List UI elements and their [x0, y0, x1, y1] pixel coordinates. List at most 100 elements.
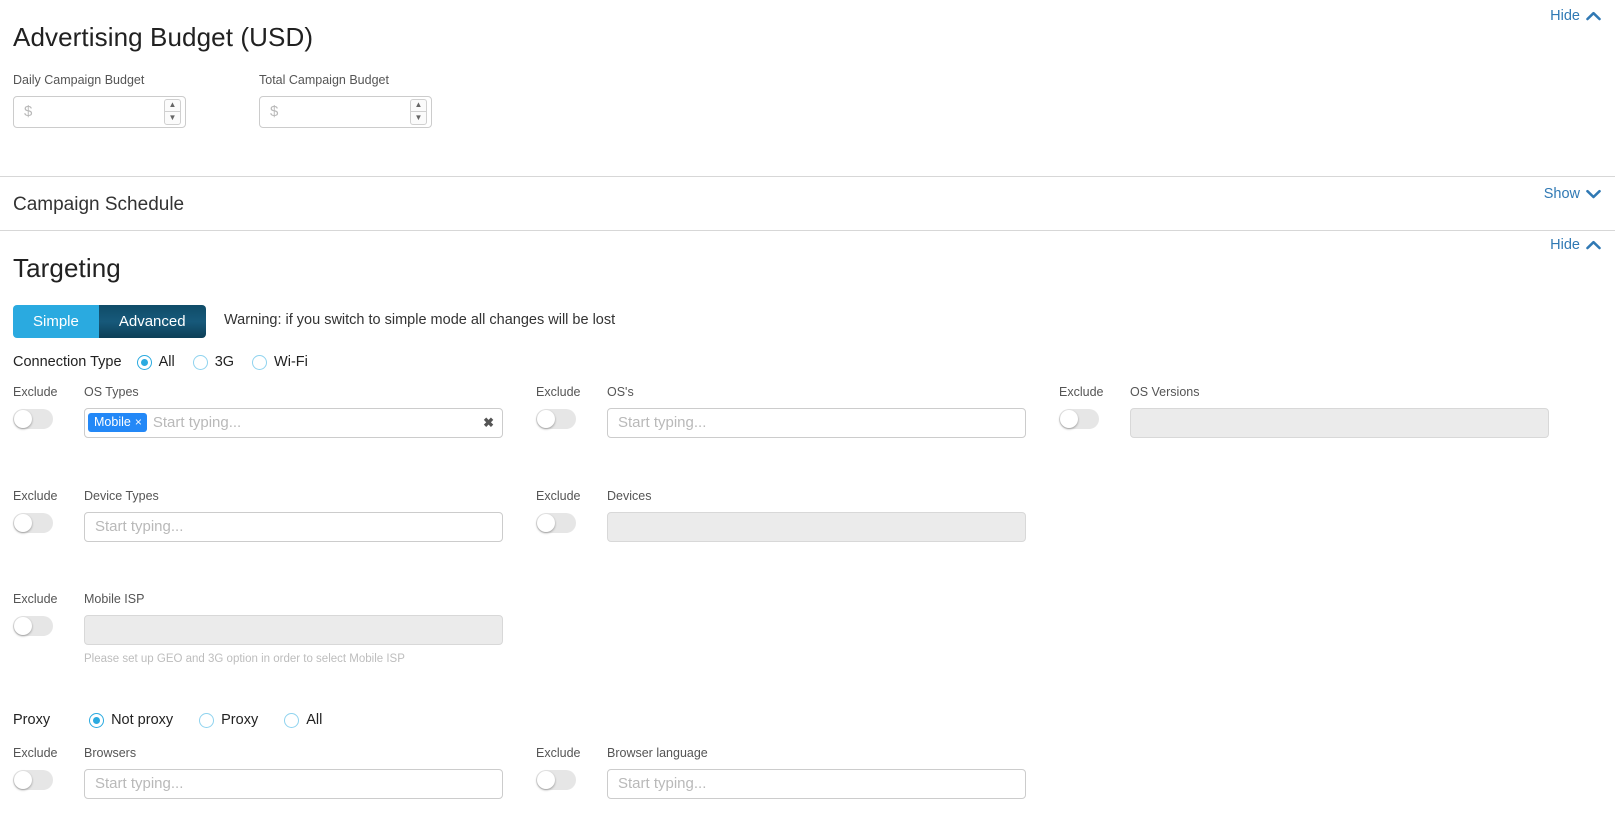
os-versions-group: OS Versions	[1130, 386, 1549, 438]
browsers-group: Browsers	[84, 747, 503, 799]
exclude-device-types-group: Exclude	[13, 490, 57, 533]
exclude-label: Exclude	[13, 746, 58, 760]
exclude-os-versions-group: Exclude	[1059, 386, 1103, 429]
exclude-os-types-group: Exclude	[13, 386, 57, 429]
radio-label: 3G	[214, 354, 235, 370]
os-types-label: OS Types	[84, 385, 139, 399]
tag-label: Mobile	[94, 414, 131, 429]
daily-budget-label: Daily Campaign Budget	[13, 73, 145, 87]
campaign-settings-page: Hide Advertising Budget (USD) Daily Camp…	[0, 0, 1615, 840]
page-title: Advertising Budget (USD)	[13, 22, 314, 52]
targeting-mode-switch[interactable]: Simple Advanced	[13, 305, 206, 338]
budget-hide-toggle[interactable]: Hide	[1550, 8, 1601, 24]
exclude-mobile-isp-group: Exclude	[13, 593, 57, 636]
total-budget-stepper[interactable]: ▲ ▼	[410, 98, 427, 125]
total-budget-group: Total Campaign Budget ▲ ▼	[259, 74, 432, 128]
daily-budget-group: Daily Campaign Budget ▲ ▼	[13, 74, 186, 128]
chevron-down-icon	[1586, 189, 1601, 199]
daily-budget-input[interactable]	[13, 95, 186, 128]
chevron-up-icon	[1586, 240, 1601, 250]
exclude-mobile-isp-toggle[interactable]	[13, 615, 53, 636]
connection-type-option-wifi[interactable]: Wi-Fi	[252, 354, 308, 370]
daily-budget-stepper[interactable]: ▲ ▼	[164, 98, 181, 125]
total-budget-label: Total Campaign Budget	[259, 73, 389, 87]
radio-label: All	[306, 712, 323, 728]
radio-label: Wi-Fi	[274, 354, 308, 370]
browser-language-group: Browser language	[607, 747, 1026, 799]
simple-mode-button[interactable]: Simple	[13, 305, 99, 338]
proxy-row: Proxy Not proxy Proxy All	[13, 712, 331, 728]
tag-remove-icon[interactable]: ×	[135, 416, 142, 428]
radio-icon[interactable]	[252, 354, 268, 370]
radio-icon[interactable]	[192, 354, 208, 370]
connection-type-option-all[interactable]: All	[136, 354, 175, 370]
connection-type-option-3g[interactable]: 3G	[192, 354, 235, 370]
proxy-label: Proxy	[13, 712, 51, 728]
exclude-devices-toggle[interactable]	[536, 512, 576, 533]
radio-icon[interactable]	[284, 712, 300, 728]
stepper-down-icon[interactable]: ▼	[410, 111, 427, 125]
exclude-label: Exclude	[13, 592, 58, 606]
mobile-isp-group: Mobile ISP Please set up GEO and 3G opti…	[84, 593, 503, 665]
exclude-browsers-toggle[interactable]	[13, 769, 53, 790]
os-types-clear-icon[interactable]: ✖	[483, 415, 494, 431]
exclude-label: Exclude	[13, 489, 58, 503]
mobile-isp-input	[84, 614, 503, 645]
mobile-isp-help-text: Please set up GEO and 3G option in order…	[84, 652, 405, 665]
device-types-group: Device Types	[84, 490, 503, 542]
os-types-input[interactable]: Mobile × Start typing... ✖	[84, 407, 503, 438]
os-types-group: OS Types Mobile × Start typing... ✖	[84, 386, 503, 438]
exclude-label: Exclude	[536, 489, 581, 503]
radio-icon[interactable]	[136, 354, 152, 370]
connection-type-label: Connection Type	[13, 354, 122, 370]
exclude-label: Exclude	[1059, 385, 1104, 399]
browsers-input[interactable]	[84, 768, 503, 799]
proxy-option-all[interactable]: All	[284, 712, 322, 728]
devices-label: Devices	[607, 489, 652, 503]
total-budget-input[interactable]	[259, 95, 432, 128]
stepper-up-icon[interactable]: ▲	[164, 98, 181, 111]
schedule-toggle-label: Show	[1543, 186, 1580, 202]
divider-below-schedule	[0, 230, 1615, 231]
exclude-label: Exclude	[536, 385, 581, 399]
exclude-devices-group: Exclude	[536, 490, 580, 533]
radio-icon[interactable]	[89, 712, 105, 728]
browser-language-label: Browser language	[607, 746, 708, 760]
exclude-os-types-toggle[interactable]	[13, 408, 53, 429]
radio-label: All	[158, 354, 175, 370]
schedule-show-toggle[interactable]: Show	[1544, 186, 1601, 202]
oss-label: OS's	[607, 385, 634, 399]
browser-language-input[interactable]	[607, 768, 1026, 799]
campaign-schedule-title: Campaign Schedule	[13, 194, 185, 215]
radio-label: Not proxy	[111, 712, 174, 728]
devices-input	[607, 511, 1026, 542]
os-types-tag-mobile[interactable]: Mobile ×	[88, 412, 147, 433]
budget-toggle-label: Hide	[1550, 8, 1580, 24]
connection-type-row: Connection Type All 3G Wi-Fi	[13, 354, 317, 370]
exclude-label: Exclude	[536, 746, 581, 760]
exclude-browser-language-group: Exclude	[536, 747, 580, 790]
os-versions-label: OS Versions	[1130, 385, 1200, 399]
exclude-device-types-toggle[interactable]	[13, 512, 53, 533]
mode-warning-text: Warning: if you switch to simple mode al…	[224, 312, 616, 328]
os-types-placeholder: Start typing...	[152, 414, 242, 431]
oss-input[interactable]	[607, 407, 1026, 438]
stepper-up-icon[interactable]: ▲	[410, 98, 427, 111]
radio-icon[interactable]	[199, 712, 215, 728]
proxy-option-proxy[interactable]: Proxy	[199, 712, 258, 728]
radio-label: Proxy	[221, 712, 259, 728]
mobile-isp-label: Mobile ISP	[84, 592, 145, 606]
stepper-down-icon[interactable]: ▼	[164, 111, 181, 125]
targeting-hide-toggle[interactable]: Hide	[1550, 237, 1601, 253]
proxy-option-not-proxy[interactable]: Not proxy	[89, 712, 173, 728]
exclude-oss-toggle[interactable]	[536, 408, 576, 429]
exclude-browser-language-toggle[interactable]	[536, 769, 576, 790]
exclude-browsers-group: Exclude	[13, 747, 57, 790]
oss-group: OS's	[607, 386, 1026, 438]
exclude-oss-group: Exclude	[536, 386, 580, 429]
device-types-input[interactable]	[84, 511, 503, 542]
exclude-os-versions-toggle[interactable]	[1059, 408, 1099, 429]
targeting-title: Targeting	[13, 253, 121, 283]
advanced-mode-button[interactable]: Advanced	[98, 305, 206, 338]
targeting-toggle-label: Hide	[1550, 237, 1580, 253]
